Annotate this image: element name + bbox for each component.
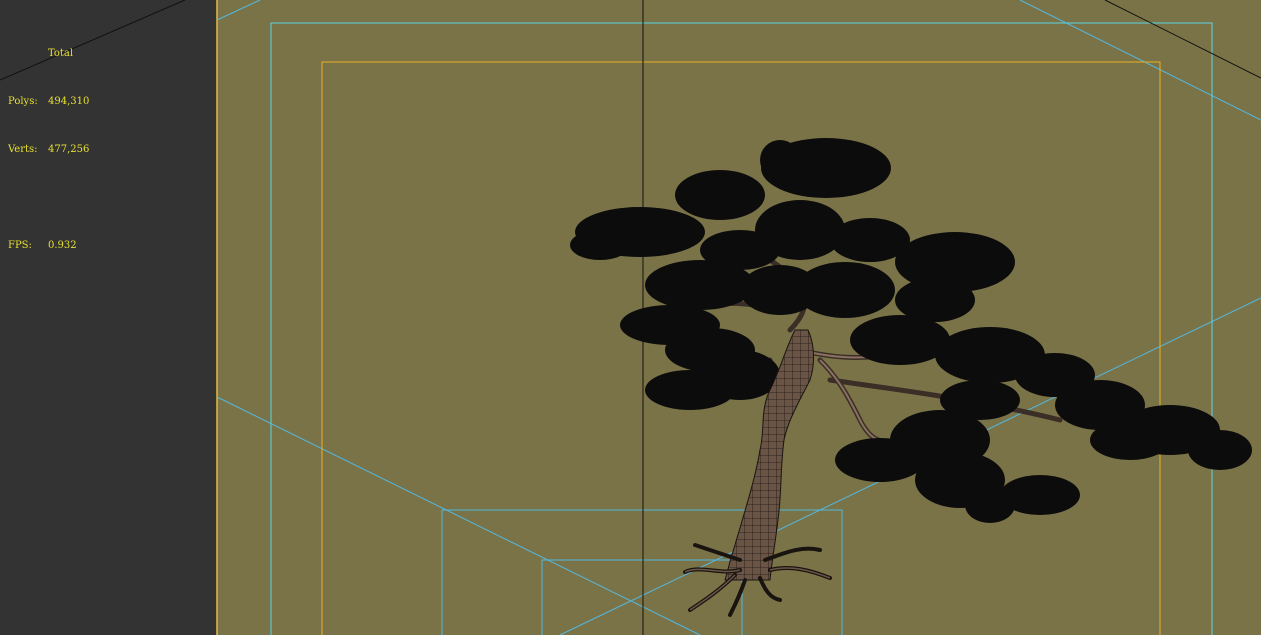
polys-value: 494,310 (48, 96, 90, 107)
viewport-area[interactable]: Total Polys: 494,310 Verts: 477,256 FPS:… (0, 0, 1261, 635)
viewport-statistics: Total Polys: 494,310 Verts: 477,256 FPS:… (8, 14, 89, 286)
verts-value: 477,256 (48, 144, 90, 155)
viewport-canvas[interactable] (0, 0, 1261, 635)
polys-label: Polys: (8, 96, 38, 107)
verts-label: Verts: (8, 144, 38, 155)
stats-header: Total (48, 48, 74, 59)
fps-value: 0.932 (48, 240, 77, 251)
fps-label: FPS: (8, 240, 32, 251)
